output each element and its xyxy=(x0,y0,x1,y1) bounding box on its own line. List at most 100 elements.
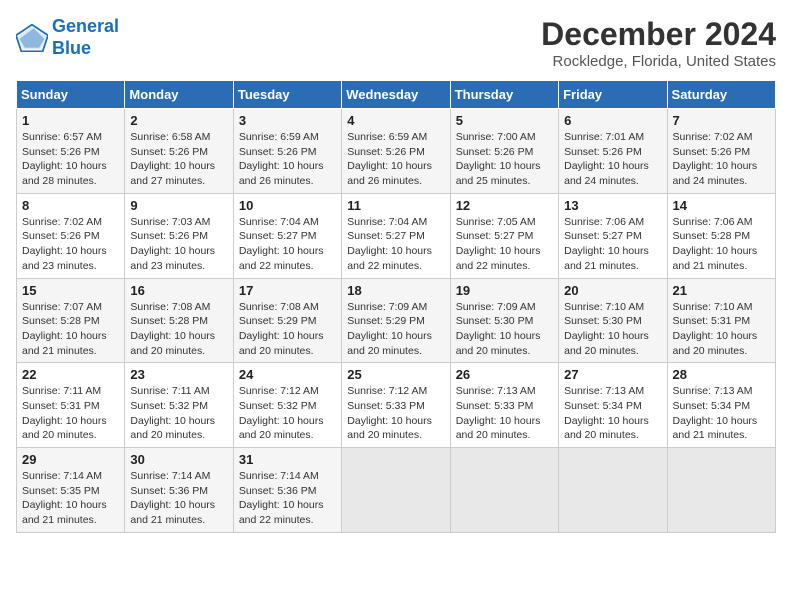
day-number: 12 xyxy=(456,198,553,213)
day-info: Sunrise: 7:01 AM Sunset: 5:26 PM Dayligh… xyxy=(564,130,661,189)
header-cell-monday: Monday xyxy=(125,81,233,109)
day-cell: 21 Sunrise: 7:10 AM Sunset: 5:31 PM Dayli… xyxy=(667,278,775,363)
day-number: 22 xyxy=(22,367,119,382)
day-cell: 4 Sunrise: 6:59 AM Sunset: 5:26 PM Daylig… xyxy=(342,109,450,194)
day-cell: 25 Sunrise: 7:12 AM Sunset: 5:33 PM Dayli… xyxy=(342,363,450,448)
day-info: Sunrise: 7:10 AM Sunset: 5:31 PM Dayligh… xyxy=(673,300,770,359)
day-info: Sunrise: 7:09 AM Sunset: 5:30 PM Dayligh… xyxy=(456,300,553,359)
day-cell: 5 Sunrise: 7:00 AM Sunset: 5:26 PM Daylig… xyxy=(450,109,558,194)
day-cell: 6 Sunrise: 7:01 AM Sunset: 5:26 PM Daylig… xyxy=(559,109,667,194)
day-number: 16 xyxy=(130,283,227,298)
logo: General Blue xyxy=(16,16,119,59)
logo-text: General Blue xyxy=(52,16,119,59)
day-cell: 12 Sunrise: 7:05 AM Sunset: 5:27 PM Dayli… xyxy=(450,193,558,278)
subtitle: Rockledge, Florida, United States xyxy=(541,53,776,70)
day-cell: 7Sunrise: 7:02 AM Sunset: 5:26 PM Daylig… xyxy=(667,109,775,194)
day-info: Sunrise: 7:08 AM Sunset: 5:28 PM Dayligh… xyxy=(130,300,227,359)
day-cell xyxy=(559,448,667,533)
day-info: Sunrise: 7:02 AM Sunset: 5:26 PM Dayligh… xyxy=(22,215,119,274)
week-row-2: 8 Sunrise: 7:02 AM Sunset: 5:26 PM Daylig… xyxy=(17,193,776,278)
day-cell: 19 Sunrise: 7:09 AM Sunset: 5:30 PM Dayli… xyxy=(450,278,558,363)
day-cell xyxy=(342,448,450,533)
day-cell: 15Sunrise: 7:07 AM Sunset: 5:28 PM Dayli… xyxy=(17,278,125,363)
day-cell: 22 Sunrise: 7:11 AM Sunset: 5:31 PM Dayli… xyxy=(17,363,125,448)
day-cell: 9Sunrise: 7:03 AM Sunset: 5:26 PM Daylig… xyxy=(125,193,233,278)
day-number: 25 xyxy=(347,367,444,382)
title-block: December 2024 Rockledge, Florida, United… xyxy=(541,16,776,70)
day-number: 28 xyxy=(673,367,770,382)
day-cell: 26 Sunrise: 7:13 AM Sunset: 5:33 PM Dayli… xyxy=(450,363,558,448)
day-cell: 18Sunrise: 7:09 AM Sunset: 5:29 PM Dayli… xyxy=(342,278,450,363)
day-cell: 13 Sunrise: 7:06 AM Sunset: 5:27 PM Dayli… xyxy=(559,193,667,278)
header-cell-friday: Friday xyxy=(559,81,667,109)
day-number: 5 xyxy=(456,113,553,128)
calendar-header: SundayMondayTuesdayWednesdayThursdayFrid… xyxy=(17,81,776,109)
main-title: December 2024 xyxy=(541,16,776,53)
day-cell: 17 Sunrise: 7:08 AM Sunset: 5:29 PM Dayli… xyxy=(233,278,341,363)
week-row-4: 22 Sunrise: 7:11 AM Sunset: 5:31 PM Dayli… xyxy=(17,363,776,448)
day-info: Sunrise: 7:07 AM Sunset: 5:28 PM Dayligh… xyxy=(22,300,119,359)
day-info: Sunrise: 7:13 AM Sunset: 5:33 PM Dayligh… xyxy=(456,384,553,443)
day-number: 24 xyxy=(239,367,336,382)
header-row: SundayMondayTuesdayWednesdayThursdayFrid… xyxy=(17,81,776,109)
header-cell-thursday: Thursday xyxy=(450,81,558,109)
day-number: 31 xyxy=(239,452,336,467)
day-number: 6 xyxy=(564,113,661,128)
day-cell: 29Sunrise: 7:14 AM Sunset: 5:35 PM Dayli… xyxy=(17,448,125,533)
day-info: Sunrise: 6:58 AM Sunset: 5:26 PM Dayligh… xyxy=(130,130,227,189)
day-info: Sunrise: 7:05 AM Sunset: 5:27 PM Dayligh… xyxy=(456,215,553,274)
logo-icon xyxy=(16,24,48,52)
day-number: 21 xyxy=(673,283,770,298)
day-info: Sunrise: 7:06 AM Sunset: 5:27 PM Dayligh… xyxy=(564,215,661,274)
day-cell: 31Sunrise: 7:14 AM Sunset: 5:36 PM Dayli… xyxy=(233,448,341,533)
day-info: Sunrise: 7:06 AM Sunset: 5:28 PM Dayligh… xyxy=(673,215,770,274)
day-info: Sunrise: 7:11 AM Sunset: 5:31 PM Dayligh… xyxy=(22,384,119,443)
day-number: 9 xyxy=(130,198,227,213)
day-cell: 11Sunrise: 7:04 AM Sunset: 5:27 PM Dayli… xyxy=(342,193,450,278)
day-cell xyxy=(450,448,558,533)
day-info: Sunrise: 7:00 AM Sunset: 5:26 PM Dayligh… xyxy=(456,130,553,189)
day-cell: 14 Sunrise: 7:06 AM Sunset: 5:28 PM Dayli… xyxy=(667,193,775,278)
day-number: 26 xyxy=(456,367,553,382)
day-info: Sunrise: 7:13 AM Sunset: 5:34 PM Dayligh… xyxy=(564,384,661,443)
header: General Blue December 2024 Rockledge, Fl… xyxy=(16,16,776,70)
day-number: 19 xyxy=(456,283,553,298)
day-number: 30 xyxy=(130,452,227,467)
day-number: 1 xyxy=(22,113,119,128)
day-info: Sunrise: 7:10 AM Sunset: 5:30 PM Dayligh… xyxy=(564,300,661,359)
day-number: 11 xyxy=(347,198,444,213)
day-cell: 10Sunrise: 7:04 AM Sunset: 5:27 PM Dayli… xyxy=(233,193,341,278)
day-info: Sunrise: 7:09 AM Sunset: 5:29 PM Dayligh… xyxy=(347,300,444,359)
header-cell-wednesday: Wednesday xyxy=(342,81,450,109)
day-cell: 20 Sunrise: 7:10 AM Sunset: 5:30 PM Dayli… xyxy=(559,278,667,363)
day-info: Sunrise: 7:11 AM Sunset: 5:32 PM Dayligh… xyxy=(130,384,227,443)
day-number: 3 xyxy=(239,113,336,128)
day-number: 20 xyxy=(564,283,661,298)
day-number: 2 xyxy=(130,113,227,128)
day-number: 17 xyxy=(239,283,336,298)
day-number: 7 xyxy=(673,113,770,128)
day-number: 29 xyxy=(22,452,119,467)
header-cell-sunday: Sunday xyxy=(17,81,125,109)
day-number: 4 xyxy=(347,113,444,128)
day-cell xyxy=(667,448,775,533)
day-info: Sunrise: 7:13 AM Sunset: 5:34 PM Dayligh… xyxy=(673,384,770,443)
day-cell: 16 Sunrise: 7:08 AM Sunset: 5:28 PM Dayli… xyxy=(125,278,233,363)
day-number: 8 xyxy=(22,198,119,213)
day-cell: 30 Sunrise: 7:14 AM Sunset: 5:36 PM Dayli… xyxy=(125,448,233,533)
day-cell: 2 Sunrise: 6:58 AM Sunset: 5:26 PM Daylig… xyxy=(125,109,233,194)
day-number: 27 xyxy=(564,367,661,382)
day-info: Sunrise: 6:59 AM Sunset: 5:26 PM Dayligh… xyxy=(239,130,336,189)
day-info: Sunrise: 7:08 AM Sunset: 5:29 PM Dayligh… xyxy=(239,300,336,359)
day-info: Sunrise: 7:14 AM Sunset: 5:36 PM Dayligh… xyxy=(130,469,227,528)
header-cell-saturday: Saturday xyxy=(667,81,775,109)
day-info: Sunrise: 7:12 AM Sunset: 5:33 PM Dayligh… xyxy=(347,384,444,443)
day-number: 13 xyxy=(564,198,661,213)
day-info: Sunrise: 6:59 AM Sunset: 5:26 PM Dayligh… xyxy=(347,130,444,189)
day-number: 14 xyxy=(673,198,770,213)
day-cell: 1 Sunrise: 6:57 AM Sunset: 5:26 PM Daylig… xyxy=(17,109,125,194)
day-cell: 23 Sunrise: 7:11 AM Sunset: 5:32 PM Dayli… xyxy=(125,363,233,448)
day-number: 23 xyxy=(130,367,227,382)
calendar-body: 1 Sunrise: 6:57 AM Sunset: 5:26 PM Daylig… xyxy=(17,109,776,533)
day-info: Sunrise: 6:57 AM Sunset: 5:26 PM Dayligh… xyxy=(22,130,119,189)
